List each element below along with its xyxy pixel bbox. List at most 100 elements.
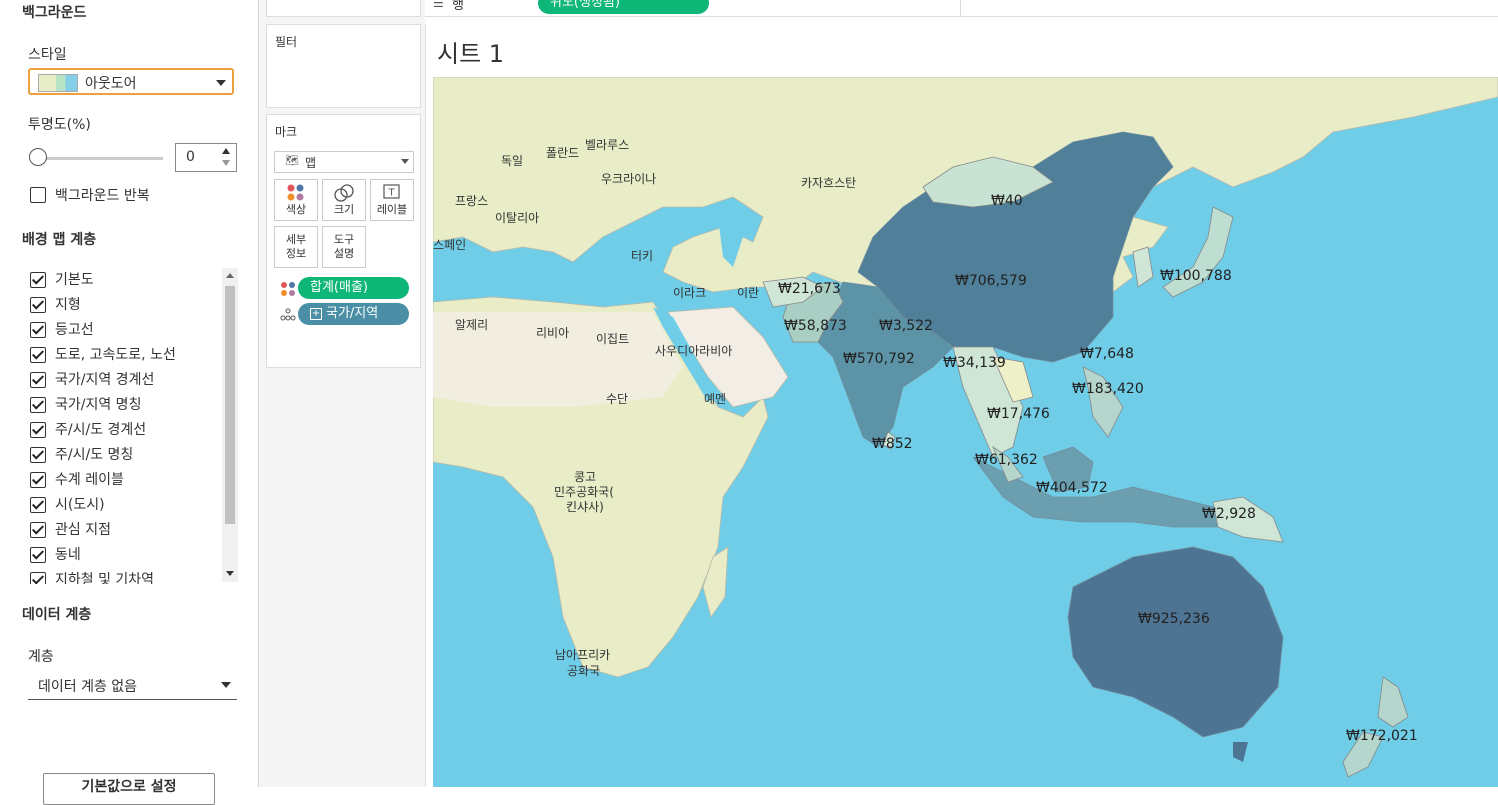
layer-label: 지형 xyxy=(55,297,81,313)
value-mongolia: ₩40 xyxy=(991,193,1023,209)
data-layer-dropdown[interactable]: 데이터 계층 없음 xyxy=(28,672,237,700)
value-australia: ₩925,236 xyxy=(1138,611,1210,627)
mark-type-dropdown[interactable]: 🗺 맵 xyxy=(274,151,414,173)
opacity-slider[interactable] xyxy=(38,157,163,160)
background-panel: 백그라운드 스타일 아웃도어 투명도(%) 0 백그라운드 반복 배경 맵 계층… xyxy=(0,0,259,805)
map-mark-icon: 🗺 xyxy=(285,154,299,167)
label-button-label: 레이블 xyxy=(376,203,408,216)
layer-checkbox[interactable] xyxy=(30,272,46,288)
detail-pill-label: 국가/지역 xyxy=(326,306,379,321)
style-label: 스타일 xyxy=(28,47,67,63)
chevron-down-icon xyxy=(401,159,409,164)
style-dropdown[interactable]: 아웃도어 xyxy=(28,68,234,95)
detail-pill[interactable]: + 국가/지역 xyxy=(298,303,409,325)
layers-title: 배경 맵 계층 xyxy=(22,232,97,248)
layer-label: 수계 레이블 xyxy=(55,472,124,488)
opacity-slider-handle[interactable] xyxy=(29,148,47,166)
scroll-down-icon[interactable] xyxy=(226,571,234,576)
layers-scroll-thumb[interactable] xyxy=(225,286,235,524)
repeat-label: 백그라운드 반복 xyxy=(55,188,150,204)
label-yemen: 예멘 xyxy=(704,392,726,406)
label-poland: 폴란드 xyxy=(546,146,579,160)
label-congo-3: 킨샤사) xyxy=(566,500,604,514)
filters-card[interactable]: 필터 xyxy=(266,24,421,108)
layer-checkbox[interactable] xyxy=(30,372,46,388)
new-zealand-shape xyxy=(1342,676,1409,778)
value-philippines: ₩183,420 xyxy=(1072,381,1144,397)
value-thailand: ₩17,476 xyxy=(987,406,1050,422)
value-malaysia: ₩61,362 xyxy=(975,452,1038,468)
label-germany: 독일 xyxy=(501,154,523,168)
rows-icon: ☰ xyxy=(433,0,444,10)
value-myanmar: ₩34,139 xyxy=(943,355,1006,371)
layer-checkbox[interactable] xyxy=(30,347,46,363)
layers-scrollbar[interactable] xyxy=(222,268,238,582)
value-png: ₩2,928 xyxy=(1202,506,1256,522)
rows-pill[interactable]: 위도(생성됨) xyxy=(538,0,709,14)
value-afghanistan: ₩21,673 xyxy=(778,281,841,297)
color-button[interactable]: 색상 xyxy=(274,179,318,221)
opacity-stepper[interactable]: 0 xyxy=(175,143,237,172)
set-defaults-button[interactable]: 기본값으로 설정 xyxy=(43,773,215,805)
color-pill[interactable]: 합계(매출) xyxy=(298,277,409,299)
layer-checkbox[interactable] xyxy=(30,497,46,513)
map-view[interactable]: 독일 폴란드 벨라루스 우크라이나 프랑스 이탈리아 스페인 카자흐스탄 터키 … xyxy=(433,77,1498,787)
marks-title: 마크 xyxy=(275,125,298,139)
plus-icon[interactable]: + xyxy=(310,308,322,320)
scroll-up-icon[interactable] xyxy=(226,273,234,278)
layer-label: 도로, 고속도로, 노선 xyxy=(55,347,176,363)
opacity-label: 투명도(%) xyxy=(28,117,91,133)
mark-type-value: 맵 xyxy=(305,156,317,170)
value-india: ₩570,792 xyxy=(843,351,915,367)
layer-checkbox[interactable] xyxy=(30,322,46,338)
color-icon xyxy=(287,184,304,201)
layer-checkbox[interactable] xyxy=(30,447,46,463)
marks-card: 마크 🗺 맵 색상 크기 T 레이블 세부 정보 도구 설명 합계(매출) + … xyxy=(266,114,421,368)
svg-text:T: T xyxy=(387,188,395,199)
layer-checkbox[interactable] xyxy=(30,422,46,438)
value-indonesia: ₩404,572 xyxy=(1036,480,1108,496)
label-kazakhstan: 카자흐스탄 xyxy=(801,176,856,190)
tooltip-button[interactable]: 도구 설명 xyxy=(322,226,366,268)
detail-button-label: 세부 정보 xyxy=(285,233,307,260)
step-up-icon[interactable] xyxy=(222,148,230,154)
size-button[interactable]: 크기 xyxy=(322,179,366,221)
layers-list: 기본도 지형 등고선 도로, 고속도로, 노선 국가/지역 경계선 국가/지역 명칭 주/시… xyxy=(28,266,238,584)
layer-checkbox[interactable] xyxy=(30,297,46,313)
layer-label: 지하철 및 기차역 xyxy=(55,572,155,584)
label-south-africa-2: 공화국 xyxy=(567,664,600,678)
rows-label: 행 xyxy=(452,0,464,13)
tooltip-button-label: 도구 설명 xyxy=(333,233,355,260)
australia-shape xyxy=(1067,546,1284,738)
label-belarus: 벨라루스 xyxy=(585,138,629,152)
text-label-icon: T xyxy=(383,184,400,199)
background-title: 백그라운드 xyxy=(22,5,87,21)
label-sudan: 수단 xyxy=(606,392,628,406)
layer-checkbox[interactable] xyxy=(30,397,46,413)
size-button-label: 크기 xyxy=(333,203,355,216)
map-canvas[interactable]: 독일 폴란드 벨라루스 우크라이나 프랑스 이탈리아 스페인 카자흐스탄 터키 … xyxy=(433,77,1498,787)
layer-label: 주/시/도 명칭 xyxy=(55,447,134,463)
size-icon xyxy=(334,184,354,202)
layer-checkbox[interactable] xyxy=(30,472,46,488)
data-layer-value: 데이터 계층 없음 xyxy=(38,679,138,695)
label-saudi-arabia: 사우디아라비아 xyxy=(655,344,732,358)
label-congo-1: 콩고 xyxy=(574,470,596,484)
label-congo-2: 민주공화국( xyxy=(554,485,614,499)
label-button[interactable]: T 레이블 xyxy=(370,179,414,221)
layer-label: 동네 xyxy=(55,547,81,563)
color-button-label: 색상 xyxy=(285,203,307,216)
data-layer-label: 계층 xyxy=(28,649,54,665)
repeat-checkbox[interactable] xyxy=(30,187,46,203)
layer-checkbox[interactable] xyxy=(30,522,46,538)
layer-checkbox[interactable] xyxy=(30,572,46,584)
step-down-icon[interactable] xyxy=(222,160,230,166)
chevron-down-icon xyxy=(221,682,231,688)
label-egypt: 이집트 xyxy=(596,332,629,346)
color-encoding-icon xyxy=(281,282,295,296)
detail-button[interactable]: 세부 정보 xyxy=(274,226,318,268)
data-layer-title: 데이터 계층 xyxy=(22,607,92,623)
layer-checkbox[interactable] xyxy=(30,547,46,563)
label-iran: 이란 xyxy=(737,286,759,300)
layer-label: 국가/지역 명칭 xyxy=(55,397,142,413)
